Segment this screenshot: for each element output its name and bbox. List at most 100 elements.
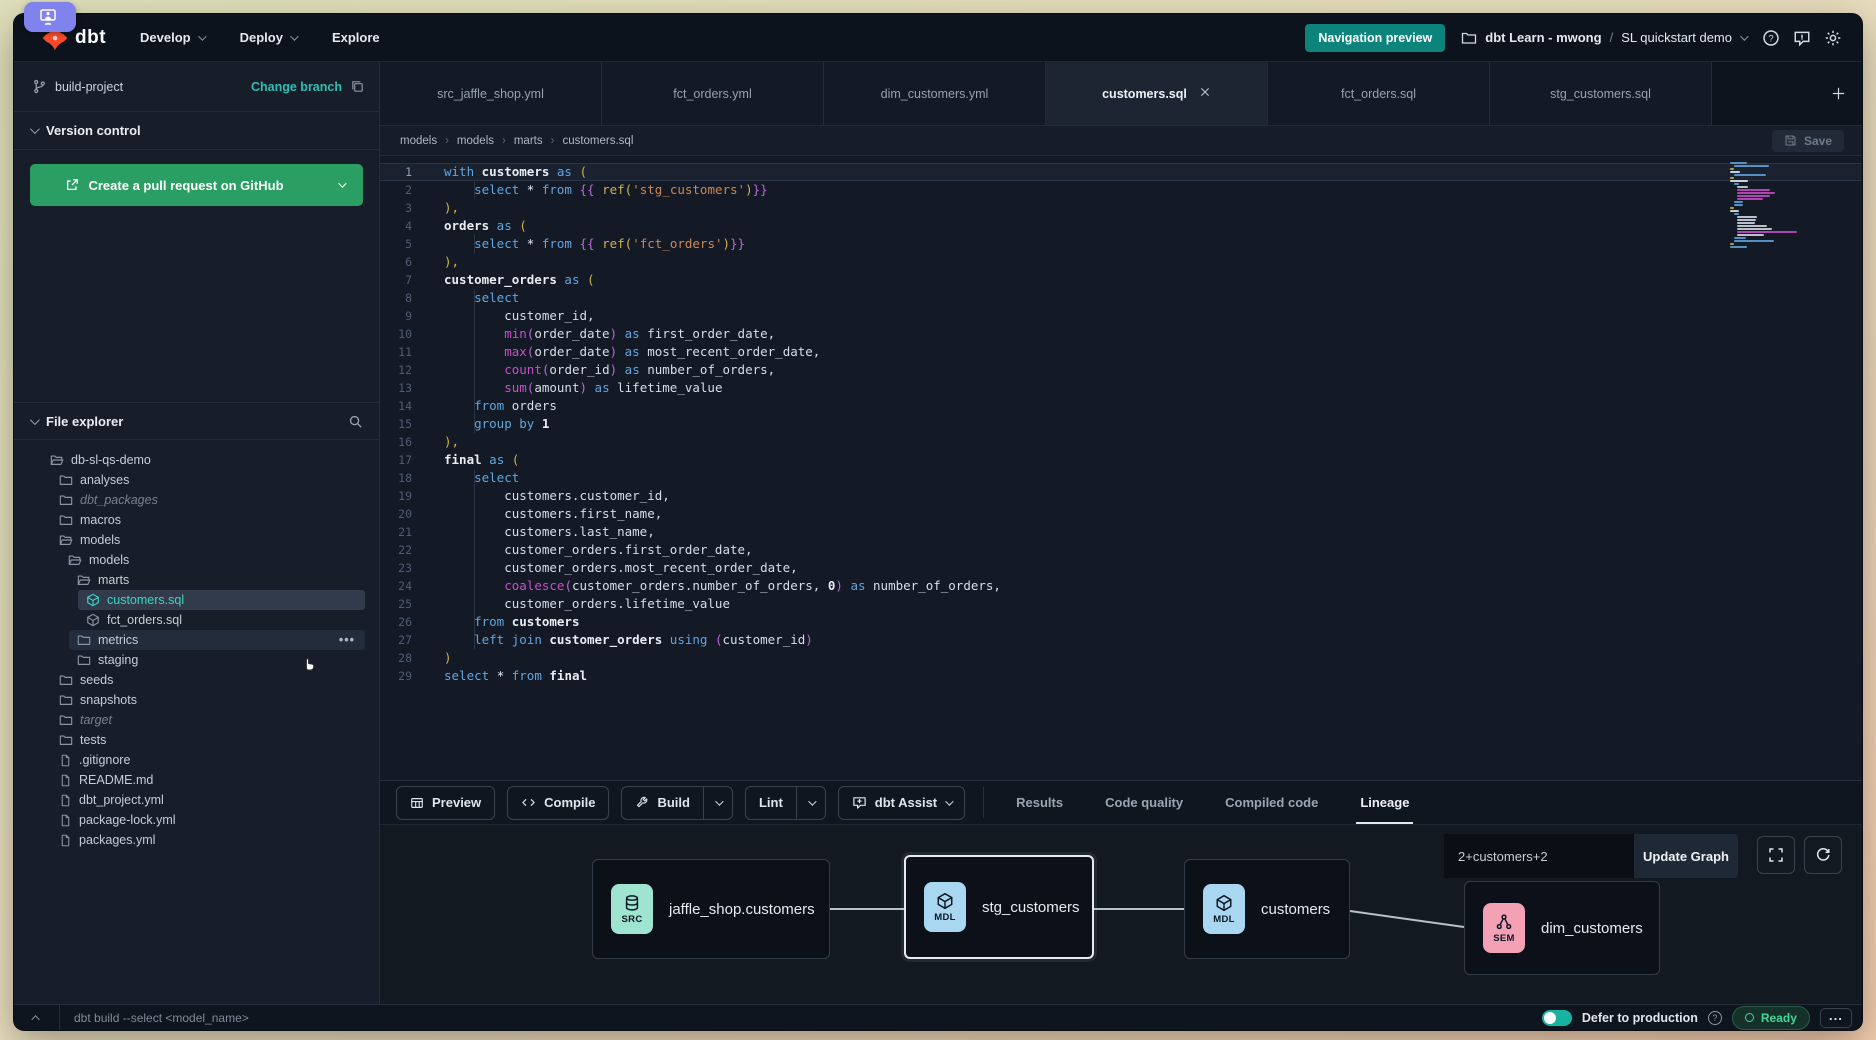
breadcrumb-item[interactable]: models — [457, 135, 494, 147]
tree-item-packages-yml[interactable]: packages.yml — [14, 830, 379, 850]
defer-help-icon[interactable]: ? — [1708, 1011, 1722, 1025]
button-main-segment[interactable]: Build — [622, 787, 703, 819]
tab-dim_customers.yml[interactable]: dim_customers.yml — [824, 62, 1046, 125]
tree-item-dbt-packages[interactable]: dbt_packages — [14, 490, 379, 510]
code-line[interactable]: 24 coalesce(customer_orders.number_of_or… — [380, 577, 1862, 595]
code-line[interactable]: 7customer_orders as ( — [380, 271, 1862, 289]
create-pr-button[interactable]: Create a pull request on GitHub — [30, 164, 319, 206]
defer-toggle[interactable] — [1542, 1010, 1572, 1026]
settings-gear-icon[interactable] — [1824, 29, 1842, 47]
tab-results[interactable]: Results — [1016, 781, 1063, 824]
code-line[interactable]: 26 from customers — [380, 613, 1862, 631]
tab-fct_orders.sql[interactable]: fct_orders.sql — [1268, 62, 1490, 125]
code-line[interactable]: 9 customer_id, — [380, 307, 1862, 325]
more-options-button[interactable]: ... — [1820, 1008, 1852, 1028]
command-input[interactable]: dbt build --select <model_name> — [74, 1011, 249, 1025]
tab-lineage[interactable]: Lineage — [1360, 781, 1409, 824]
build-button[interactable]: Build — [621, 786, 733, 820]
row-menu-button[interactable]: ••• — [339, 633, 355, 647]
lineage-node-jaffle_shop.customers[interactable]: SRCjaffle_shop.customers — [592, 859, 830, 959]
tab-compiled-code[interactable]: Compiled code — [1225, 781, 1318, 824]
button-main-segment[interactable]: Compile — [508, 787, 608, 819]
button-main-segment[interactable]: Preview — [397, 787, 494, 819]
tree-item--gitignore[interactable]: .gitignore — [14, 750, 379, 770]
search-icon[interactable] — [348, 414, 363, 429]
tree-item-models[interactable]: models — [14, 550, 379, 570]
code-line[interactable]: 6), — [380, 253, 1862, 271]
code-line[interactable]: 29select * from final — [380, 667, 1862, 685]
breadcrumb-item[interactable]: customers.sql — [562, 135, 633, 147]
tree-item-marts[interactable]: marts — [14, 570, 379, 590]
preview-button[interactable]: Preview — [396, 786, 495, 820]
update-graph-button[interactable]: Update Graph — [1634, 834, 1738, 878]
menu-deploy[interactable]: Deploy — [240, 30, 296, 45]
code-editor[interactable]: 1with customers as (2 select * from {{ r… — [380, 156, 1862, 780]
refresh-button[interactable] — [1804, 836, 1842, 874]
tree-item-macros[interactable]: macros — [14, 510, 379, 530]
collapse-panel-button[interactable] — [14, 1005, 60, 1030]
breadcrumb-item[interactable]: marts — [514, 135, 543, 147]
code-line[interactable]: 20 customers.first_name, — [380, 505, 1862, 523]
tree-item-snapshots[interactable]: snapshots — [14, 690, 379, 710]
code-line[interactable]: 27 left join customer_orders using (cust… — [380, 631, 1862, 649]
version-control-header[interactable]: Version control — [14, 112, 379, 150]
tree-item-models[interactable]: models — [14, 530, 379, 550]
feedback-icon[interactable] — [1793, 29, 1811, 47]
tree-item-fct-orders-sql[interactable]: fct_orders.sql — [14, 610, 379, 630]
copy-icon[interactable] — [350, 79, 365, 94]
tab-stg_customers.sql[interactable]: stg_customers.sql — [1490, 62, 1712, 125]
navigation-preview-button[interactable]: Navigation preview — [1305, 24, 1445, 52]
lineage-node-stg_customers[interactable]: MDLstg_customers — [904, 855, 1094, 959]
tree-item-readme-md[interactable]: README.md — [14, 770, 379, 790]
code-line[interactable]: 18 select — [380, 469, 1862, 487]
tab-customers.sql[interactable]: customers.sql — [1046, 62, 1268, 125]
status-ready-badge[interactable]: Ready — [1732, 1006, 1810, 1030]
file-explorer-header[interactable]: File explorer — [14, 402, 379, 440]
change-branch-link[interactable]: Change branch — [251, 80, 342, 94]
code-line[interactable]: 5 select * from {{ ref('fct_orders')}} — [380, 235, 1862, 253]
button-main-segment[interactable]: Lint — [746, 787, 796, 819]
tree-item-dbt-project-yml[interactable]: dbt_project.yml — [14, 790, 379, 810]
lineage-node-dim_customers[interactable]: SEMdim_customers — [1464, 881, 1660, 975]
code-line[interactable]: 13 sum(amount) as lifetime_value — [380, 379, 1862, 397]
breadcrumb-item[interactable]: models — [400, 135, 437, 147]
new-tab-button[interactable] — [1831, 62, 1846, 125]
menu-develop[interactable]: Develop — [140, 30, 204, 45]
code-line[interactable]: 17final as ( — [380, 451, 1862, 469]
lineage-canvas[interactable]: Update Graph SRCjaffle_shop.customers MDL… — [380, 825, 1862, 1004]
code-line[interactable]: 19 customers.customer_id, — [380, 487, 1862, 505]
close-tab-icon[interactable] — [1199, 86, 1211, 101]
minimap[interactable] — [1730, 162, 1800, 249]
tree-item-package-lock-yml[interactable]: package-lock.yml — [14, 810, 379, 830]
code-line[interactable]: 28) — [380, 649, 1862, 667]
code-line[interactable]: 2 select * from {{ ref('stg_customers')}… — [380, 181, 1862, 199]
code-line[interactable]: 16), — [380, 433, 1862, 451]
lint-dropdown-button[interactable] — [796, 787, 825, 819]
tree-item-seeds[interactable]: seeds — [14, 670, 379, 690]
tab-src_jaffle_shop.yml[interactable]: src_jaffle_shop.yml — [380, 62, 602, 125]
tree-item-tests[interactable]: tests — [14, 730, 379, 750]
help-icon[interactable]: ? — [1762, 29, 1780, 47]
code-line[interactable]: 15 group by 1 — [380, 415, 1862, 433]
code-line[interactable]: 1with customers as ( — [380, 163, 1862, 181]
code-line[interactable]: 21 customers.last_name, — [380, 523, 1862, 541]
save-button[interactable]: Save — [1772, 130, 1844, 152]
code-line[interactable]: 12 count(order_id) as number_of_orders, — [380, 361, 1862, 379]
code-line[interactable]: 22 customer_orders.first_order_date, — [380, 541, 1862, 559]
lineage-node-customers[interactable]: MDLcustomers — [1184, 859, 1350, 959]
fullscreen-button[interactable] — [1757, 836, 1795, 874]
tree-item-customers-sql[interactable]: customers.sql — [14, 590, 379, 610]
code-line[interactable]: 25 customer_orders.lifetime_value — [380, 595, 1862, 613]
lineage-filter-input[interactable] — [1444, 834, 1634, 878]
tab-code-quality[interactable]: Code quality — [1105, 781, 1183, 824]
tree-item-metrics[interactable]: metrics••• — [14, 630, 379, 650]
tree-item-analyses[interactable]: analyses — [14, 470, 379, 490]
button-main-segment[interactable]: dbt Assist — [839, 787, 964, 819]
code-line[interactable]: 10 min(order_date) as first_order_date, — [380, 325, 1862, 343]
code-line[interactable]: 14 from orders — [380, 397, 1862, 415]
build-dropdown-button[interactable] — [703, 787, 732, 819]
menu-explore[interactable]: Explore — [332, 30, 380, 45]
project-breadcrumb[interactable]: dbt Learn - mwong / SL quickstart demo — [1461, 30, 1746, 46]
lint-button[interactable]: Lint — [745, 786, 826, 820]
dbt-assist-button[interactable]: dbt Assist — [838, 786, 965, 820]
